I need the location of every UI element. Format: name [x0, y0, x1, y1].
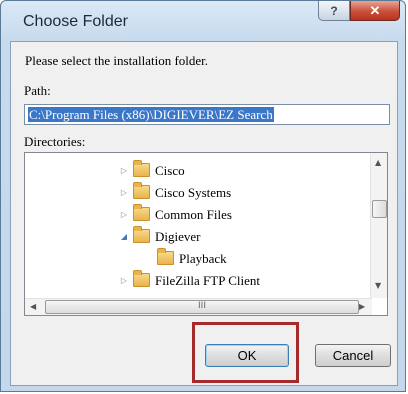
- folder-icon: [133, 270, 150, 287]
- directory-tree[interactable]: ▷ Cisco ▷ Cisco Systems ▷ Common Files ◢…: [24, 152, 388, 316]
- tree-item-filezilla[interactable]: ▷ FileZilla FTP Client: [119, 270, 369, 291]
- folder-icon: [133, 160, 150, 177]
- path-input[interactable]: C:\Program Files (x86)\DIGIEVER\EZ Searc…: [24, 104, 390, 125]
- collapse-arrow-icon[interactable]: ◢: [119, 226, 129, 247]
- path-label: Path:: [24, 83, 51, 98]
- instruction-text: Please select the installation folder.: [25, 53, 209, 68]
- tree-item-label: Common Files: [155, 207, 232, 222]
- scroll-left-arrow-icon[interactable]: ◀: [30, 302, 36, 311]
- scroll-down-arrow-icon[interactable]: ▼: [375, 281, 381, 290]
- tree-item-playback[interactable]: Playback: [157, 248, 357, 269]
- ok-button[interactable]: OK: [205, 344, 289, 367]
- tree-item-label: FileZilla FTP Client: [155, 273, 260, 288]
- folder-icon: [133, 226, 150, 243]
- close-icon: ✕: [369, 3, 381, 18]
- tree-item-digiever[interactable]: ◢ Digiever: [119, 226, 359, 247]
- cancel-button[interactable]: Cancel: [315, 344, 391, 367]
- help-icon: ?: [330, 4, 338, 18]
- horizontal-scroll-thumb[interactable]: III: [45, 300, 359, 314]
- scroll-right-arrow-icon[interactable]: ▶: [359, 302, 365, 311]
- expand-arrow-icon[interactable]: ▷: [119, 270, 129, 291]
- expand-arrow-icon[interactable]: ▷: [119, 204, 129, 225]
- tree-item-label: Cisco Systems: [155, 185, 232, 200]
- tree-item-cisco[interactable]: ▷ Cisco: [119, 160, 359, 181]
- help-button[interactable]: ?: [318, 1, 350, 21]
- tree-item-label: Playback: [179, 251, 227, 266]
- tree-item-label: Digiever: [155, 229, 201, 244]
- horizontal-scrollbar[interactable]: ◀ III ▶: [25, 298, 372, 315]
- tree-item-common-files[interactable]: ▷ Common Files: [119, 204, 359, 225]
- dialog-title: Choose Folder: [23, 13, 128, 30]
- directories-label: Directories:: [24, 134, 86, 149]
- vertical-scrollbar[interactable]: ▲ ▼: [370, 153, 387, 298]
- path-value: C:\Program Files (x86)\DIGIEVER\EZ Searc…: [28, 107, 274, 122]
- expand-arrow-icon[interactable]: ▷: [119, 160, 129, 181]
- expand-arrow-icon[interactable]: ▷: [119, 182, 129, 203]
- tree-item-cisco-systems[interactable]: ▷ Cisco Systems: [119, 182, 359, 203]
- scroll-up-arrow-icon[interactable]: ▲: [375, 158, 381, 167]
- vertical-scroll-thumb[interactable]: [372, 200, 387, 218]
- grip-icon: III: [198, 301, 206, 311]
- folder-icon: [157, 248, 174, 265]
- tree-item-label: Cisco: [155, 163, 185, 178]
- folder-icon: [133, 182, 150, 199]
- close-button[interactable]: ✕: [350, 1, 400, 21]
- folder-icon: [133, 204, 150, 221]
